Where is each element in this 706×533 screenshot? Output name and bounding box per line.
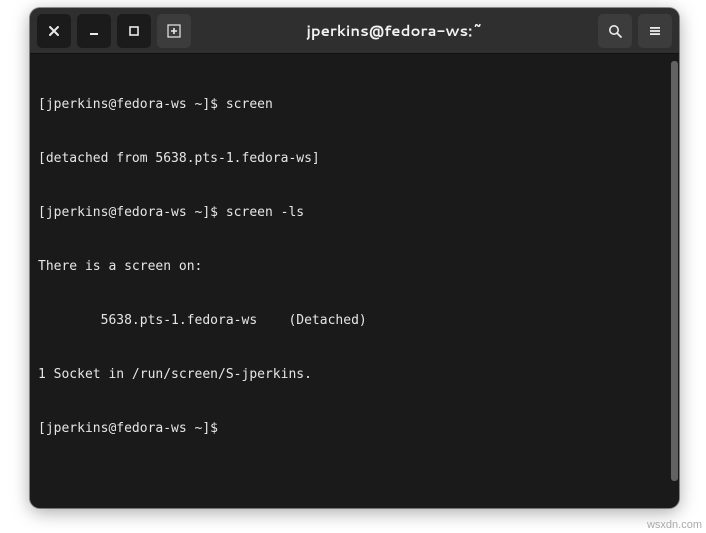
terminal-content[interactable]: [jperkins@fedora-ws ~]$ screen [detached… (30, 54, 679, 508)
terminal-line: 1 Socket in /run/screen/S-jperkins. (38, 366, 671, 384)
terminal-line: 5638.pts-1.fedora-ws (Detached) (38, 312, 671, 330)
terminal-line: [jperkins@fedora-ws ~]$ (38, 420, 671, 438)
watermark: wsxdn.com (647, 519, 702, 531)
new-tab-button[interactable] (157, 14, 191, 48)
window-title: jperkins@fedora-ws:~ (197, 20, 592, 41)
minimize-icon (88, 25, 100, 37)
menu-button[interactable] (638, 14, 672, 48)
close-icon (48, 25, 60, 37)
titlebar-left-controls (37, 14, 191, 48)
terminal-line: [detached from 5638.pts-1.fedora-ws] (38, 150, 671, 168)
titlebar: jperkins@fedora-ws:~ (30, 8, 679, 54)
hamburger-icon (647, 23, 663, 39)
search-button[interactable] (598, 14, 632, 48)
terminal-line: [jperkins@fedora-ws ~]$ screen -ls (38, 204, 671, 222)
terminal-line: [jperkins@fedora-ws ~]$ screen (38, 96, 671, 114)
new-tab-icon (166, 23, 182, 39)
search-icon (607, 23, 623, 39)
minimize-button[interactable] (77, 14, 111, 48)
scrollbar[interactable] (671, 61, 678, 481)
titlebar-right-controls (598, 14, 672, 48)
terminal-window: jperkins@fedora-ws:~ [jperkins@fedora-ws… (30, 8, 679, 508)
maximize-icon (128, 25, 140, 37)
maximize-button[interactable] (117, 14, 151, 48)
close-button[interactable] (37, 14, 71, 48)
terminal-line: There is a screen on: (38, 258, 671, 276)
